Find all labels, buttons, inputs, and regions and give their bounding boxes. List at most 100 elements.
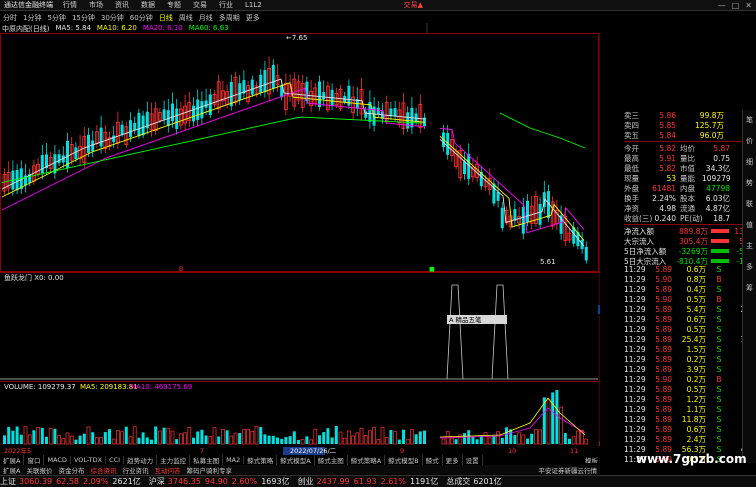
volume-bar-up (120, 431, 124, 445)
indicator-tab[interactable]: 窗口 (24, 454, 45, 465)
menu-item-topic[interactable]: 专题 (161, 0, 187, 10)
extension-tab[interactable]: 关联报价 (23, 465, 55, 475)
volume-bar-down (141, 432, 145, 444)
candle-body-down (141, 115, 145, 136)
indicator-tab[interactable]: 鲸式模型B (385, 454, 423, 465)
extension-tab[interactable]: 互动问答 (151, 465, 183, 475)
tick-direction: S (716, 354, 722, 364)
tick-direction: B (716, 374, 722, 384)
index-item[interactable]: 总成交 6201亿 (446, 476, 501, 487)
indicator-tab[interactable]: 设置 (463, 454, 483, 465)
menu-item-data[interactable]: 数据 (135, 0, 161, 10)
side-tab[interactable]: 势 (745, 179, 755, 186)
indicator-tab[interactable]: 趋势动力 (124, 454, 158, 465)
indicator-tab[interactable]: 鲸式 (423, 454, 443, 465)
low-annotation: 5.61 (540, 258, 556, 266)
period-tab[interactable]: 分时 (0, 13, 20, 23)
volume-bar-down (414, 434, 418, 444)
period-tab[interactable]: 1分钟 (20, 13, 44, 23)
volume-bar-up (187, 427, 192, 445)
index-amount: 2621亿 (112, 477, 141, 486)
tick-direction: S (716, 394, 722, 404)
ma10-value: MA10: 6.20 (96, 24, 137, 32)
menu-item-quote[interactable]: 行情 (57, 0, 83, 10)
indicator-tab[interactable]: 鲸式策略 (244, 454, 278, 465)
minimize-icon[interactable]: — (718, 1, 726, 10)
tick-time: 11:29 (624, 334, 646, 344)
indicator-tab[interactable]: 鲸式主图 (315, 454, 348, 465)
volume-bar-down (200, 429, 204, 444)
period-tab[interactable]: 5分钟 (44, 13, 68, 23)
period-tab[interactable]: 周线 (176, 13, 196, 23)
side-tab[interactable]: 联 (745, 200, 755, 207)
menu-item-industry[interactable]: 行业 (213, 0, 239, 10)
extension-tab[interactable]: 行业资讯 (119, 465, 151, 475)
side-tab[interactable]: 多 (745, 263, 755, 270)
tick-direction: S (716, 304, 722, 314)
indicator-tab[interactable]: CCI (106, 455, 125, 464)
volume-bar-up (179, 433, 183, 445)
stat-label: PE(动) (680, 213, 703, 223)
indicator-tab[interactable]: VOL-TDX (71, 455, 107, 464)
trade-button[interactable]: 交易▲ (404, 0, 427, 10)
index-item[interactable]: 沪深 3746.35 94.90 2.60% 1693亿 (149, 476, 290, 487)
volume-bar-up (300, 439, 305, 445)
maximize-icon[interactable]: □ (732, 1, 740, 10)
close-icon[interactable]: ✕ (745, 1, 752, 10)
side-tab[interactable]: 细 (745, 158, 755, 165)
index-name: 上证 (0, 477, 16, 486)
period-tab[interactable]: 月线 (196, 13, 216, 23)
period-tab[interactable]: 30分钟 (98, 13, 127, 23)
side-tab[interactable]: 主 (745, 242, 755, 249)
tick-row: 11:295.891.1万S1 (624, 404, 756, 414)
volume-bar-up (538, 429, 542, 445)
stat-value: 5.91 (659, 153, 676, 163)
flow-row: 大宗流入305.4万5% (624, 236, 756, 246)
volume-bar-up (363, 435, 368, 445)
tick-list[interactable]: 11:295.890.6万S611:295.900.8万B111:295.890… (624, 264, 756, 464)
period-tab[interactable]: 日线 (156, 13, 176, 23)
indicator-tab[interactable]: MACD (44, 455, 71, 464)
menu-item-news[interactable]: 资讯 (109, 0, 135, 10)
menu-item-trade[interactable]: 交易 (187, 0, 213, 10)
indicator-tab[interactable]: 更多 (443, 454, 463, 465)
index-item[interactable]: 上证 3060.39 62.58 2.09% 2621亿 (0, 476, 141, 487)
volume-bar-up (229, 435, 234, 445)
period-tab[interactable]: 15分钟 (69, 13, 98, 23)
side-tab[interactable]: 筹 (745, 284, 755, 291)
volume-bar-down (11, 430, 15, 444)
index-item[interactable]: 创业 2437.99 61.93 2.61% 1191亿 (298, 476, 439, 487)
extension-tab[interactable]: 扩展A (0, 465, 23, 475)
menu-item-market[interactable]: 市场 (83, 0, 109, 10)
ask-row: 卖五 5.84 96.0万 (624, 130, 756, 140)
tick-row: 11:295.890.6万S6 (624, 264, 756, 274)
indicator-tab[interactable]: 扩展A (0, 454, 25, 465)
period-tab[interactable]: 更多 (243, 13, 263, 23)
indicator-tabs: 扩展A 窗口 MACD VOL-TDX CCI 趋势动力 主力监控 私募主图 MA2 鲸式策略 鲸式… (0, 454, 600, 465)
candle-body-down (526, 200, 529, 223)
indicator-tab[interactable]: 鲸式策略A (348, 454, 386, 465)
watermark: www.7gpzb.com (636, 452, 747, 466)
chart-area[interactable]: 6.806.606.406.206.005.805.60 ←7.655.61 鱼… (0, 23, 600, 463)
indicator-tab[interactable]: 鲸式模型A (277, 454, 315, 465)
ask-row: 卖三 5.86 99.8万 (624, 110, 756, 120)
extension-tab[interactable]: 筹码户骑利专享 (183, 465, 235, 475)
tick-time: 11:29 (624, 424, 646, 434)
extension-tab[interactable]: 综合资讯 (87, 465, 119, 475)
stat-value: 53 (666, 173, 676, 183)
extension-tab[interactable]: 资金分布 (55, 465, 87, 475)
tick-direction: S (716, 344, 722, 354)
tick-direction: S (716, 424, 722, 434)
period-tab[interactable]: 60分钟 (127, 13, 156, 23)
side-tab[interactable]: 价 (745, 137, 755, 144)
tick-time: 11:29 (624, 284, 646, 294)
indicator-tab[interactable]: MA2 (223, 455, 245, 464)
volume-bar-up (116, 430, 120, 445)
volume-bar-up (57, 435, 61, 445)
side-tab[interactable]: 值 (745, 221, 755, 228)
period-tab[interactable]: 多周期 (216, 13, 243, 23)
menu-item-l1l2[interactable]: L1L2 (239, 1, 268, 9)
indicator-tab[interactable]: 私募主图 (190, 454, 224, 465)
side-tab[interactable]: 笔 (745, 116, 755, 123)
indicator-tab[interactable]: 主力监控 (157, 454, 191, 465)
